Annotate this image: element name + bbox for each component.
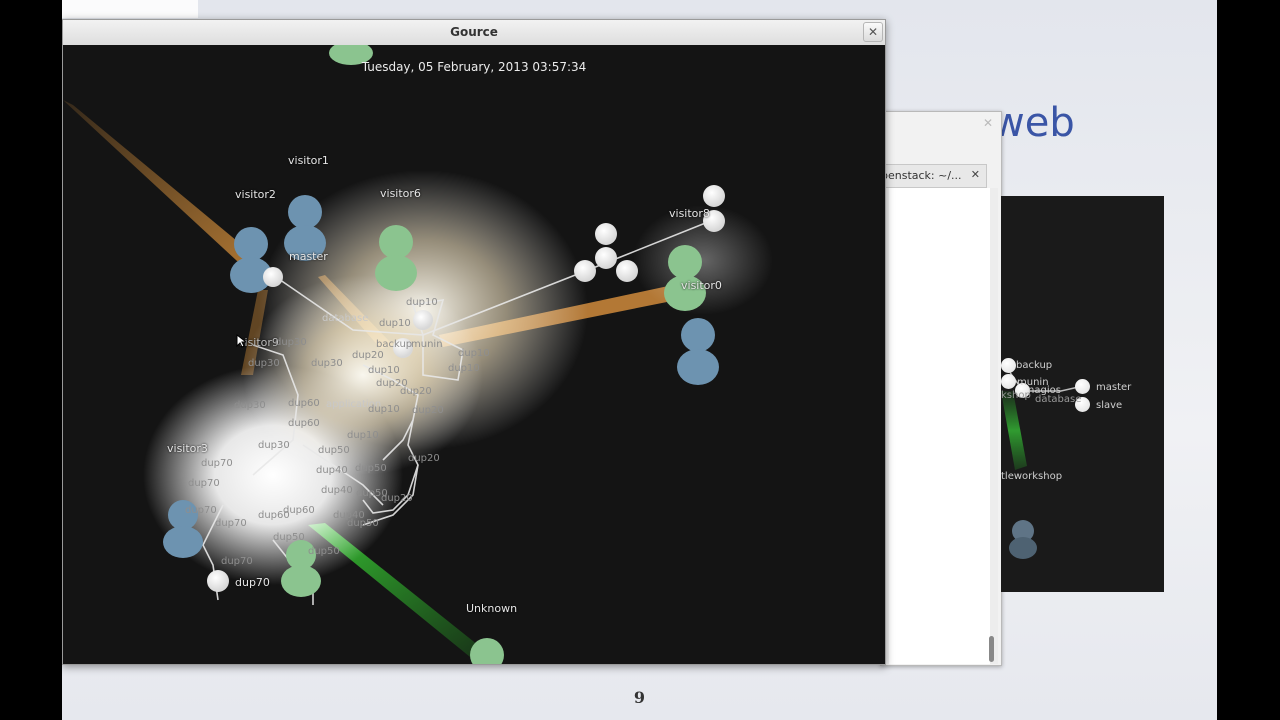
terminal-tab[interactable]: penstack: ~/... ✕ (881, 164, 987, 188)
close-icon[interactable]: ✕ (971, 168, 980, 181)
dir-label-dup50: dup50 (318, 445, 350, 456)
dir-label-dup10: dup10 (379, 318, 411, 329)
dir-label-dup50: dup50 (355, 463, 387, 474)
shot-label-database: database (1035, 394, 1082, 405)
shot-label-master: master (1096, 382, 1132, 393)
dir-label-backup: backup (376, 339, 413, 350)
dir-label-dup20: dup20 (352, 350, 384, 361)
dir-label-dup40: dup40 (321, 485, 353, 496)
user-label-visitor8: visitor8 (669, 207, 710, 220)
dir-label-database: database (322, 313, 369, 324)
shot-label-backup: backup (1016, 360, 1053, 371)
slide-screenshot: backup munin nagios database kshop maste… (1001, 196, 1164, 592)
dir-label-master: master (289, 250, 328, 263)
dir-label-dup20: dup20 (408, 453, 440, 464)
shot-label-tleworkshop: tleworkshop (1001, 471, 1063, 482)
dir-label-dup10: dup10 (368, 404, 400, 415)
shot-label-kshop: kshop (1001, 390, 1031, 401)
slide-title: web (992, 100, 1075, 146)
dir-label-dup50: dup50 (273, 532, 305, 543)
dir-label-dup40: dup40 (316, 465, 348, 476)
gource-visualization[interactable]: Tuesday, 05 February, 2013 03:57:34 visi… (63, 45, 885, 664)
dir-label-dup50: dup50 (308, 546, 340, 557)
slide-page-number: 9 (633, 688, 646, 707)
dir-label-dup30: dup30 (234, 400, 266, 411)
dir-label-dup20: dup20 (412, 405, 444, 416)
user-label-unknown: Unknown (466, 602, 518, 615)
dir-label-dup60: dup60 (288, 418, 320, 429)
window-titlebar[interactable]: Gource ✕ (63, 20, 885, 46)
dir-label-munin: munin (411, 339, 443, 350)
dir-label-dup10: dup10 (406, 297, 438, 308)
user-label-visitor1: visitor1 (288, 154, 329, 167)
scrollbar-thumb[interactable] (989, 636, 994, 662)
dir-label-dup30: dup30 (311, 358, 343, 369)
user-label-visitor3: visitor3 (167, 442, 208, 455)
close-icon[interactable]: ✕ (983, 116, 993, 130)
terminal-window[interactable]: ✕ penstack: ~/... ✕ (880, 111, 1002, 666)
user-label-visitor6: visitor6 (380, 187, 421, 200)
dir-label-dup30: dup30 (248, 358, 280, 369)
dir-label-dup30: dup30 (275, 337, 307, 348)
close-icon[interactable]: ✕ (863, 22, 883, 42)
gource-window[interactable]: Gource ✕ Tuesday, 05 February, 2013 03:5… (62, 19, 886, 665)
scrollbar[interactable] (989, 188, 998, 664)
dir-node (1075, 379, 1090, 394)
dir-label-dup50: dup50 (356, 488, 388, 499)
dir-label-dup70: dup70 (215, 518, 247, 529)
terminal-body[interactable] (889, 188, 993, 664)
dir-label-dup60: dup60 (288, 398, 320, 409)
slide-top-bar (62, 0, 198, 18)
dir-node (1001, 374, 1016, 389)
dir-node (1001, 358, 1016, 373)
dir-label-dup10: dup10 (458, 348, 490, 359)
dir-label-dup10: dup10 (368, 365, 400, 376)
mouse-pointer-icon (236, 334, 246, 348)
commit-date: Tuesday, 05 February, 2013 03:57:34 (361, 60, 587, 74)
dir-label-dup10: dup10 (448, 363, 480, 374)
dir-label-dup30: dup30 (258, 440, 290, 451)
user-label-visitor2: visitor2 (235, 188, 276, 201)
dir-label-dup20: dup20 (400, 386, 432, 397)
dir-label-dup70: dup70 (185, 505, 217, 516)
dir-label-dup70: dup70 (201, 458, 233, 469)
shot-label-slave: slave (1096, 400, 1123, 411)
dir-label-dup60: dup60 (283, 505, 315, 516)
dir-label-dup70: dup70 (188, 478, 220, 489)
dir-label-dup50: dup50 (347, 518, 379, 529)
dir-label-dup70: dup70 (221, 556, 253, 567)
window-title: Gource (450, 25, 498, 39)
dir-label-dup10: dup10 (347, 430, 379, 441)
dir-label-dup70: dup70 (235, 576, 270, 589)
terminal-tab-label: penstack: ~/... (881, 169, 962, 182)
user-label-visitor0: visitor0 (681, 279, 722, 292)
